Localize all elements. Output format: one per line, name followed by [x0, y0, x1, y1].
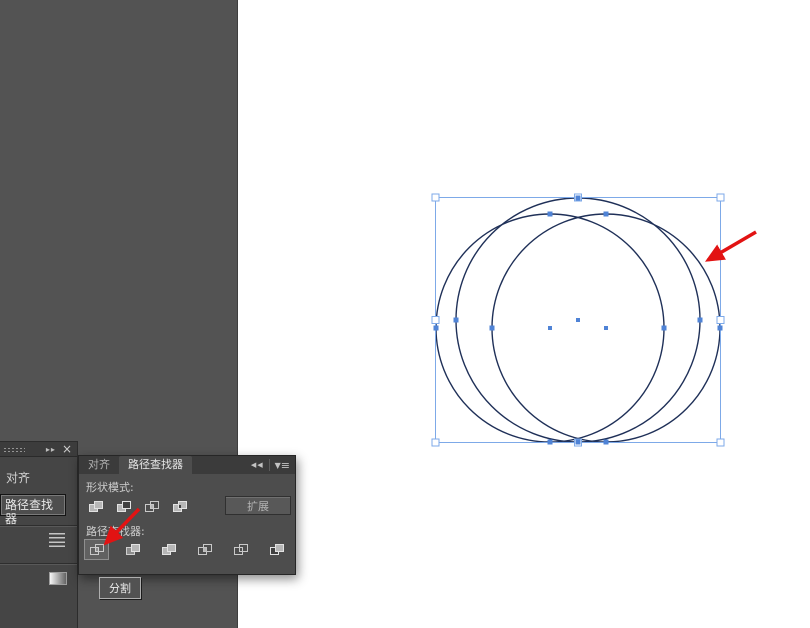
divide-icon: [89, 543, 105, 556]
minus-front-button[interactable]: [112, 497, 135, 516]
panel-tab-bar: 对齐 路径查找器 ◀◀ ▼≡: [79, 456, 295, 474]
artboard[interactable]: [237, 0, 810, 628]
minus-back-button[interactable]: [264, 539, 289, 560]
drag-grip-icon[interactable]: [3, 447, 25, 452]
paragraph-lines-icon: [49, 533, 65, 547]
tab-align-label: 对齐: [88, 458, 110, 471]
exclude-icon: [172, 500, 188, 513]
trim-icon: [125, 543, 141, 556]
panel-header-controls: ◀◀ ▼≡: [251, 456, 295, 474]
expand-dock-icon[interactable]: ▸▸: [46, 442, 56, 457]
tab-pathfinder-label: 路径查找器: [128, 458, 183, 471]
tab-pathfinder[interactable]: 路径查找器: [119, 456, 192, 474]
unite-icon: [88, 500, 104, 513]
minus-front-icon: [116, 500, 132, 513]
merge-button[interactable]: [156, 539, 181, 560]
unite-button[interactable]: [84, 497, 107, 516]
dock-header[interactable]: ▸▸ ×: [0, 442, 77, 457]
outline-icon: [233, 543, 249, 556]
collapse-panel-icon[interactable]: ◀◀: [251, 461, 264, 469]
shape-modes-label: 形状模式:: [86, 479, 134, 495]
intersect-icon: [144, 500, 160, 513]
app-window: ▸▸ × 对齐 路径查找器 对齐 路径查找器 ◀◀ ▼≡: [0, 0, 810, 628]
tab-align[interactable]: 对齐: [79, 456, 119, 474]
crop-icon: [197, 543, 213, 556]
gradient-panel-button[interactable]: [0, 564, 77, 592]
divide-button[interactable]: [84, 539, 109, 560]
minus-back-icon: [269, 543, 285, 556]
exclude-button[interactable]: [168, 497, 191, 516]
pathfinders-label: 路径查找器:: [86, 523, 145, 539]
panel-menu-icon[interactable]: ▼≡: [275, 459, 290, 472]
crop-button[interactable]: [192, 539, 217, 560]
intersect-button[interactable]: [140, 497, 163, 516]
dock-item-align[interactable]: 对齐: [0, 469, 77, 487]
paragraph-panel-button[interactable]: [0, 526, 77, 554]
trim-button[interactable]: [120, 539, 145, 560]
panel-dock: ▸▸ × 对齐 路径查找器: [0, 441, 78, 628]
close-dock-icon[interactable]: ×: [56, 442, 77, 457]
pathfinders-row: [84, 539, 289, 560]
header-divider: [269, 459, 270, 471]
gradient-icon: [49, 572, 67, 585]
dock-item-pathfinder[interactable]: 路径查找器: [0, 494, 66, 516]
merge-icon: [161, 543, 177, 556]
shape-modes-row: [84, 497, 191, 516]
pathfinder-panel: 对齐 路径查找器 ◀◀ ▼≡ 形状模式:: [78, 455, 296, 575]
divide-tooltip: 分割: [99, 577, 141, 599]
expand-button[interactable]: 扩展: [225, 496, 291, 515]
outline-button[interactable]: [228, 539, 253, 560]
pathfinder-panel-body: 形状模式:: [79, 474, 295, 575]
